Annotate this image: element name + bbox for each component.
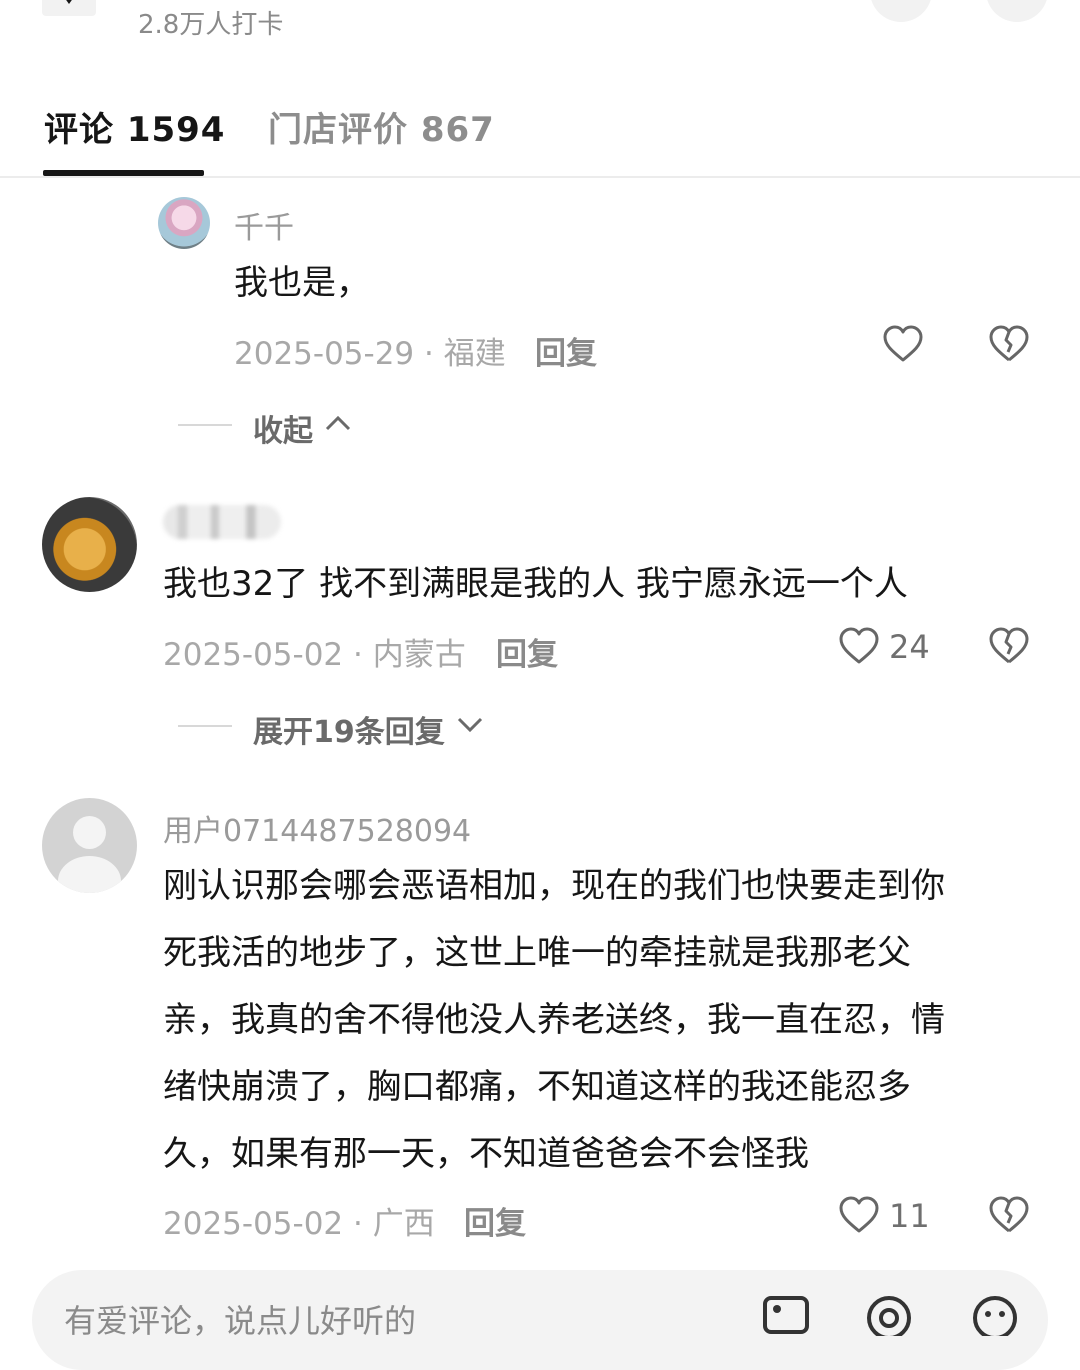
comment-text-line: 刚认识那会哪会恶语相加，现在的我们也快要走到你: [163, 866, 945, 906]
comment-text: 我也32了 找不到满眼是我的人 我宁愿永远一个人: [163, 564, 908, 604]
emoji-icon[interactable]: [970, 1292, 1020, 1336]
checkin-count: 2.8万人打卡: [138, 10, 284, 40]
like-count: 11: [889, 1197, 930, 1235]
divider: [0, 176, 1080, 178]
comment-username[interactable]: 用户0714487528094: [163, 806, 471, 850]
comment-input-placeholder[interactable]: 有爱评论，说点儿好听的: [64, 1296, 416, 1342]
comment-text-line: 绪快崩溃了，胸口都痛，不知道这样的我还能忍多: [163, 1067, 911, 1107]
chevron-up-icon[interactable]: [324, 413, 352, 433]
avatar[interactable]: [42, 798, 137, 893]
comment-date-location: 2025-05-02 · 广西: [163, 1206, 435, 1242]
comment-text-line: 死我活的地步了，这世上唯一的牵挂就是我那老父: [163, 933, 911, 973]
broken-heart-icon[interactable]: [988, 1195, 1030, 1235]
expand-replies-label[interactable]: 展开19条回复: [253, 707, 445, 751]
divider: [178, 424, 232, 426]
close-button[interactable]: [986, 0, 1048, 22]
reply-text: 我也是，: [234, 263, 370, 303]
avatar[interactable]: [42, 497, 137, 592]
collapse-replies-label[interactable]: 收起: [253, 406, 313, 450]
reply-button[interactable]: 回复: [464, 1198, 526, 1243]
heart-icon[interactable]: [882, 324, 924, 364]
header-button[interactable]: [870, 0, 932, 22]
broken-heart-icon[interactable]: [988, 626, 1030, 666]
comment-text-line: 久，如果有那一天，不知道爸爸会不会怪我: [163, 1134, 809, 1174]
reply-username[interactable]: 千千: [234, 203, 294, 247]
at-icon[interactable]: [864, 1292, 914, 1336]
reply-button[interactable]: 回复: [496, 629, 558, 674]
reply-date-location: 2025-05-29 · 福建: [234, 336, 506, 372]
heart-icon[interactable]: [838, 626, 880, 666]
like-count: 24: [889, 628, 930, 666]
broken-heart-icon[interactable]: [988, 324, 1030, 364]
heart-icon[interactable]: [838, 1195, 880, 1235]
image-icon[interactable]: [762, 1292, 810, 1336]
divider: [178, 725, 232, 727]
location-pin-icon[interactable]: [42, 0, 96, 16]
comment-text-line: 亲，我真的舍不得他没人养老送终，我一直在忍，情: [163, 1000, 945, 1040]
comment-date-location: 2025-05-02 · 内蒙古: [163, 637, 466, 673]
tab-store-reviews[interactable]: 门店评价 867: [268, 102, 495, 151]
username-blurred[interactable]: [163, 505, 281, 539]
reply-button[interactable]: 回复: [535, 328, 597, 373]
chevron-down-icon[interactable]: [456, 715, 484, 735]
avatar[interactable]: [158, 197, 210, 249]
tab-comments[interactable]: 评论 1594: [44, 102, 225, 151]
